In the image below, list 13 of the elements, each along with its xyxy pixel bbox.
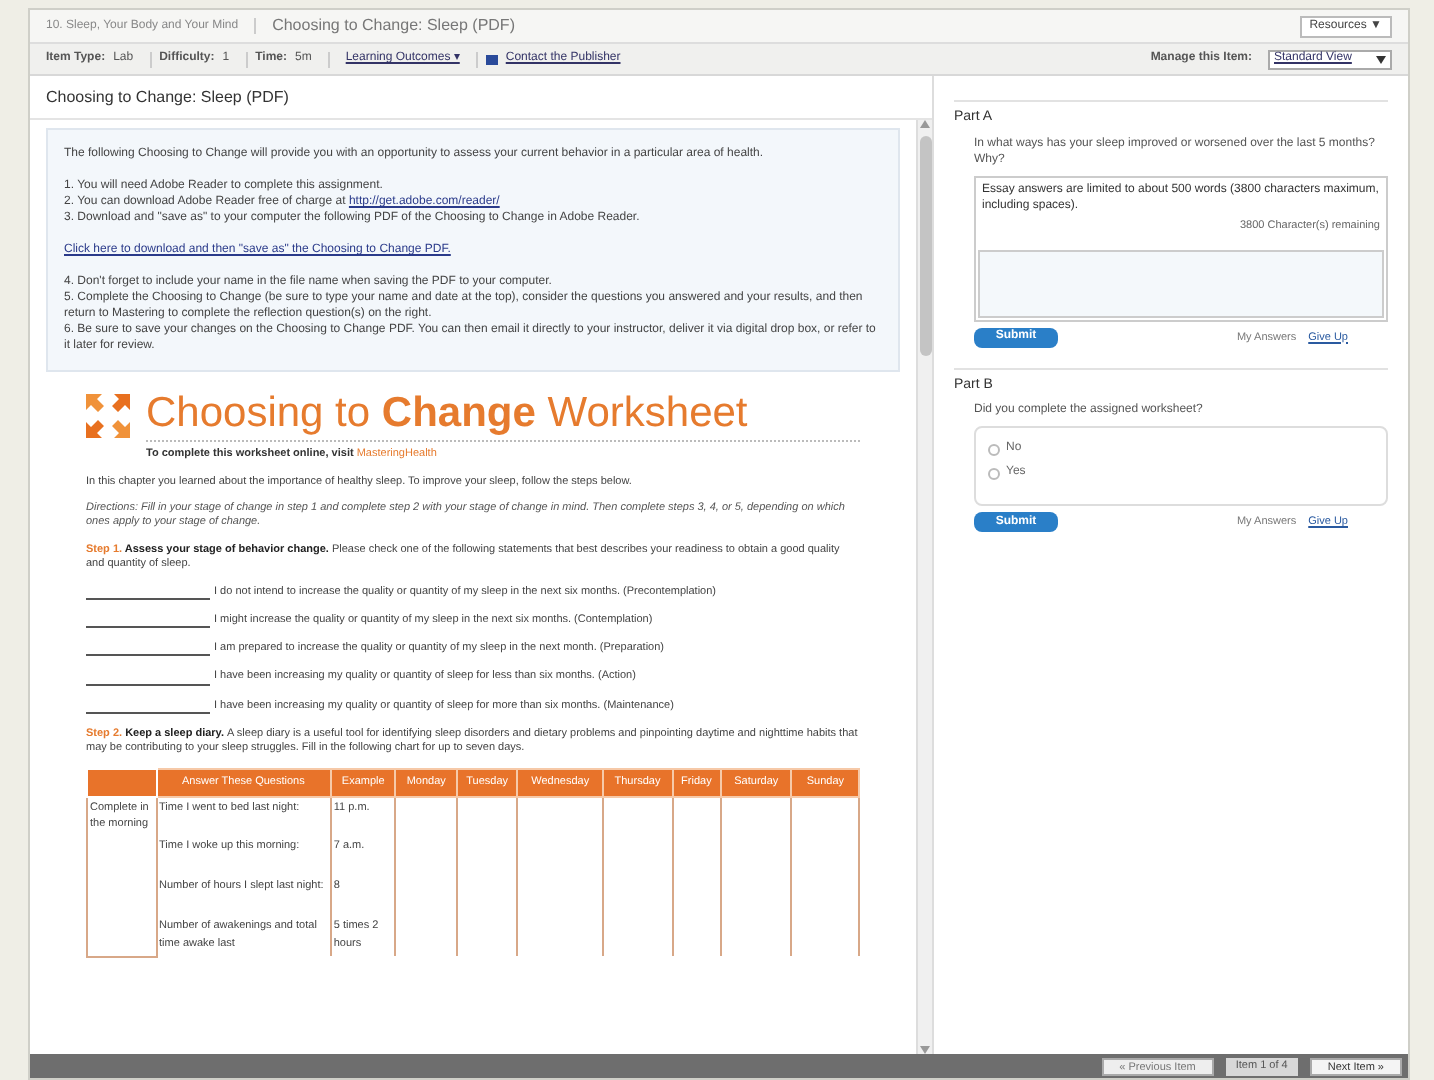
scroll-up-icon[interactable] (920, 120, 930, 128)
scrollbar-thumb[interactable] (919, 136, 931, 356)
answer-box[interactable] (978, 249, 1384, 318)
content-title: Choosing to Change: Sleep (PDF) (46, 85, 289, 109)
caret-icon (1376, 55, 1386, 63)
arrows-logo-icon (86, 393, 130, 437)
radio-button[interactable] (988, 467, 1000, 480)
radio-button[interactable] (988, 443, 1000, 456)
envelope-icon (485, 53, 498, 65)
header-cell (87, 768, 157, 797)
worksheet-title: Choosing to Change Worksheet (146, 388, 860, 442)
breadcrumb-current: Choosing to Change: Sleep (PDF) (272, 14, 515, 38)
scrollbar[interactable] (916, 120, 932, 1054)
